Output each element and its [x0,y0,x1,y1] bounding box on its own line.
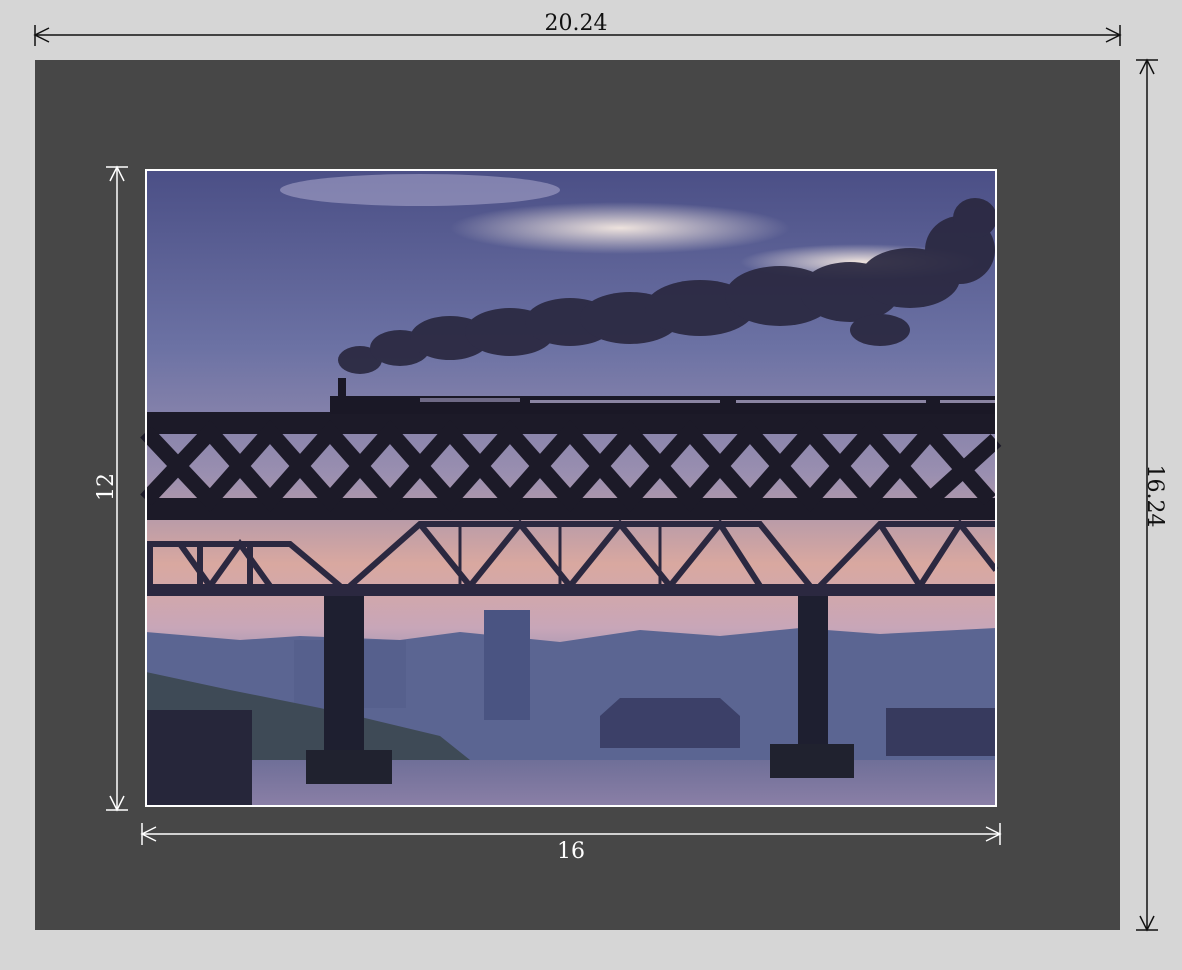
mat-dimension-diagram [33,25,1158,932]
bridge-pier-left [324,596,364,752]
outer-width-label: 20.24 [544,11,608,36]
photo [140,169,1002,807]
river [146,760,996,806]
inner-width-label: 16 [557,839,585,864]
bridge-pier-right [798,596,828,746]
inner-height-label: 12 [94,473,119,501]
outer-height-label: 16.24 [1142,464,1167,528]
